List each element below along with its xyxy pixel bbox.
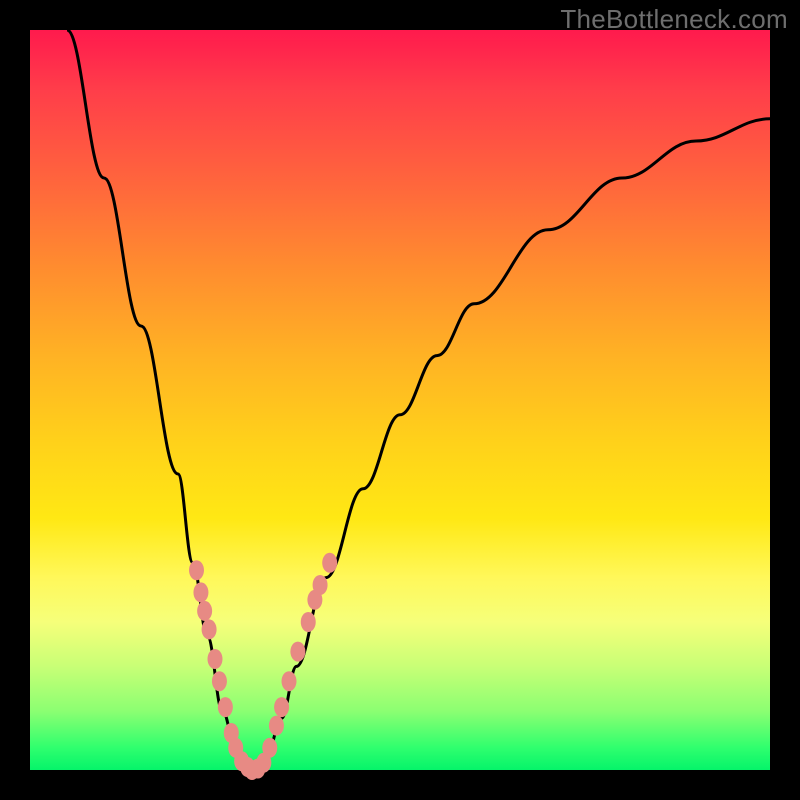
data-marker bbox=[208, 649, 223, 669]
data-marker bbox=[313, 575, 328, 595]
plot-area bbox=[30, 30, 770, 770]
data-marker bbox=[218, 697, 233, 717]
data-marker bbox=[262, 738, 277, 758]
data-marker bbox=[301, 612, 316, 632]
marker-group bbox=[189, 553, 337, 780]
data-marker bbox=[212, 671, 227, 691]
curve-svg bbox=[30, 30, 770, 770]
data-marker bbox=[274, 697, 289, 717]
data-marker bbox=[202, 619, 217, 639]
data-marker bbox=[322, 553, 337, 573]
chart-frame: TheBottleneck.com bbox=[0, 0, 800, 800]
bottleneck-curve-path bbox=[67, 30, 770, 770]
data-marker bbox=[290, 642, 305, 662]
data-marker bbox=[197, 601, 212, 621]
data-marker bbox=[269, 716, 284, 736]
data-marker bbox=[193, 582, 208, 602]
data-marker bbox=[282, 671, 297, 691]
data-marker bbox=[189, 560, 204, 580]
